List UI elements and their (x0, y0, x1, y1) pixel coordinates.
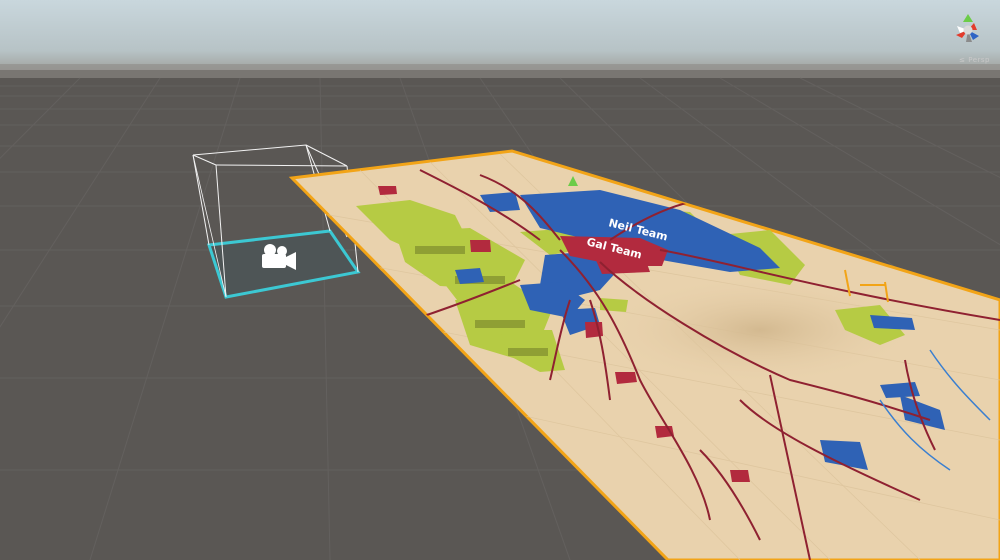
persp-label: ≤ Persp (959, 56, 990, 64)
scene-viewport[interactable]: Neil Team Gal Team ≤ Persp (0, 0, 1000, 560)
horizon-haze (0, 64, 1000, 78)
scene-canvas[interactable]: Neil Team Gal Team (0, 0, 1000, 560)
